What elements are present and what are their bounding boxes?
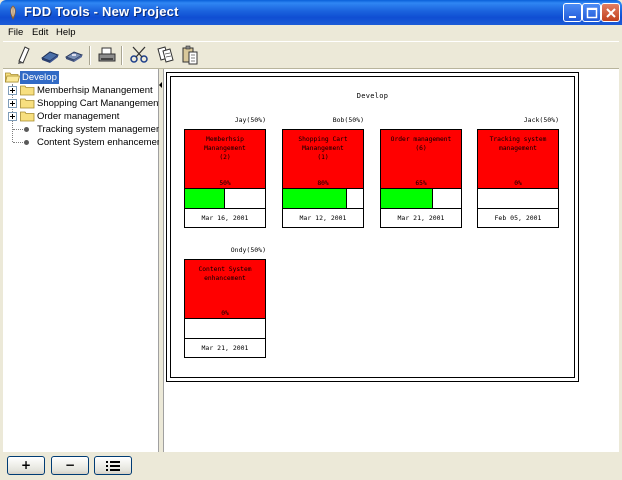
folder-open-icon	[5, 72, 20, 83]
progress-fill	[185, 189, 225, 208]
card-name: Order management (6)	[390, 136, 452, 152]
card-progress-bar	[380, 188, 462, 209]
expand-toggle[interactable]	[8, 112, 17, 121]
project-tree[interactable]: Develop Memberhsip Manangement Shopping …	[3, 69, 165, 452]
card-name: Tracking system management	[489, 136, 547, 152]
card-status-box: Shopping Cart Manangement (1) 80%	[282, 129, 364, 189]
card-status-box: Memberhsip Manangement (2) 50%	[184, 129, 266, 189]
print-button[interactable]	[96, 44, 118, 66]
card-date: Mar 16, 2001	[184, 208, 266, 228]
card-percent: 0%	[221, 310, 229, 317]
tree-item-order-management[interactable]: Order management	[3, 110, 159, 123]
cut-button[interactable]	[128, 44, 150, 66]
tree-item-develop[interactable]: Develop	[3, 71, 143, 84]
new-button[interactable]	[13, 44, 35, 66]
toolbar-separator	[121, 46, 123, 65]
copy-icon	[157, 46, 174, 63]
card-name: Shopping Cart Manangement (1)	[298, 136, 348, 161]
card-date: Mar 12, 2001	[282, 208, 364, 228]
menu-help[interactable]: Help	[56, 27, 76, 38]
open-button[interactable]	[39, 44, 61, 66]
folder-icon	[20, 111, 35, 122]
list-icon	[106, 461, 120, 471]
tree-item-label: Content System enhancement	[37, 137, 165, 148]
tree-root-label: Develop	[20, 71, 59, 84]
menu-bar: File Edit Help	[3, 25, 619, 41]
card-date: Feb 05, 2001	[477, 208, 559, 228]
paste-icon	[182, 45, 198, 65]
tree-item-label: Tracking system management	[37, 124, 164, 135]
card-progress-bar	[184, 188, 266, 209]
card-name: Content System enhancement	[198, 266, 252, 282]
toolbar	[3, 41, 619, 69]
maximize-button[interactable]	[582, 3, 601, 22]
close-button[interactable]	[601, 3, 620, 22]
folder-icon	[20, 98, 35, 109]
progress-fill	[283, 189, 347, 208]
card-owner: Ondy(50%)	[230, 246, 266, 254]
bottom-toolbar: + −	[0, 452, 622, 480]
feather-icon	[10, 5, 16, 20]
print-icon	[98, 47, 116, 62]
copy-button[interactable]	[154, 44, 176, 66]
card-status-box: Tracking system management 0%	[477, 129, 559, 189]
add-button[interactable]: +	[7, 456, 45, 475]
folder-icon	[20, 85, 35, 96]
maximize-icon	[586, 7, 598, 19]
progress-fill	[381, 189, 433, 208]
card-date: Mar 21, 2001	[380, 208, 462, 228]
card-progress-bar	[282, 188, 364, 209]
minimize-icon	[569, 16, 576, 18]
title-bar[interactable]: FDD Tools - New Project	[0, 0, 622, 25]
new-document-icon	[18, 46, 30, 64]
menu-edit[interactable]: Edit	[32, 27, 48, 38]
tree-item-tracking[interactable]: Tracking system management	[3, 123, 164, 136]
card-progress-bar	[184, 318, 266, 339]
leaf-node-icon	[24, 140, 29, 145]
card-owner: Bob(50%)	[332, 116, 364, 124]
diagram-frame: Develop Jay(50%) Memberhsip Manangement …	[166, 72, 579, 382]
tree-item-shopping-cart[interactable]: Shopping Cart Manangement	[3, 97, 162, 110]
diagram-title: Develop	[356, 92, 389, 100]
list-view-button[interactable]	[94, 456, 132, 475]
card-owner: Jay(50%)	[234, 116, 266, 124]
feature-diagram-canvas[interactable]: Develop Jay(50%) Memberhsip Manangement …	[163, 69, 619, 452]
toolbar-separator	[89, 46, 91, 65]
card-date: Mar 21, 2001	[184, 338, 266, 358]
card-percent: 80%	[317, 180, 329, 187]
card-owner: Jack(50%)	[523, 116, 559, 124]
tree-item-label: Order management	[37, 111, 120, 122]
card-name: Memberhsip Manangement (2)	[204, 136, 246, 161]
card-status-box: Content System enhancement 0%	[184, 259, 266, 319]
close-icon	[606, 8, 616, 18]
expand-toggle[interactable]	[8, 86, 17, 95]
menu-file[interactable]: File	[8, 27, 23, 38]
window-title: FDD Tools - New Project	[24, 4, 179, 19]
tree-item-label: Shopping Cart Manangement	[37, 98, 162, 109]
cut-scissors-icon	[130, 46, 148, 63]
tree-item-membership[interactable]: Memberhsip Manangement	[3, 84, 159, 97]
paste-button[interactable]	[179, 44, 201, 66]
save-button[interactable]	[63, 44, 85, 66]
card-percent: 50%	[219, 180, 231, 187]
open-book-icon	[40, 51, 60, 63]
leaf-node-icon	[24, 127, 29, 132]
card-status-box: Order management (6) 65%	[380, 129, 462, 189]
card-progress-bar	[477, 188, 559, 209]
card-percent: 65%	[415, 180, 427, 187]
minimize-button[interactable]	[563, 3, 582, 22]
card-percent: 0%	[514, 180, 522, 187]
expand-toggle[interactable]	[8, 99, 17, 108]
tree-item-label: Memberhsip Manangement	[37, 85, 153, 96]
save-icon	[64, 51, 84, 62]
remove-button[interactable]: −	[51, 456, 89, 475]
tree-item-content-system[interactable]: Content System enhancement	[3, 136, 165, 149]
